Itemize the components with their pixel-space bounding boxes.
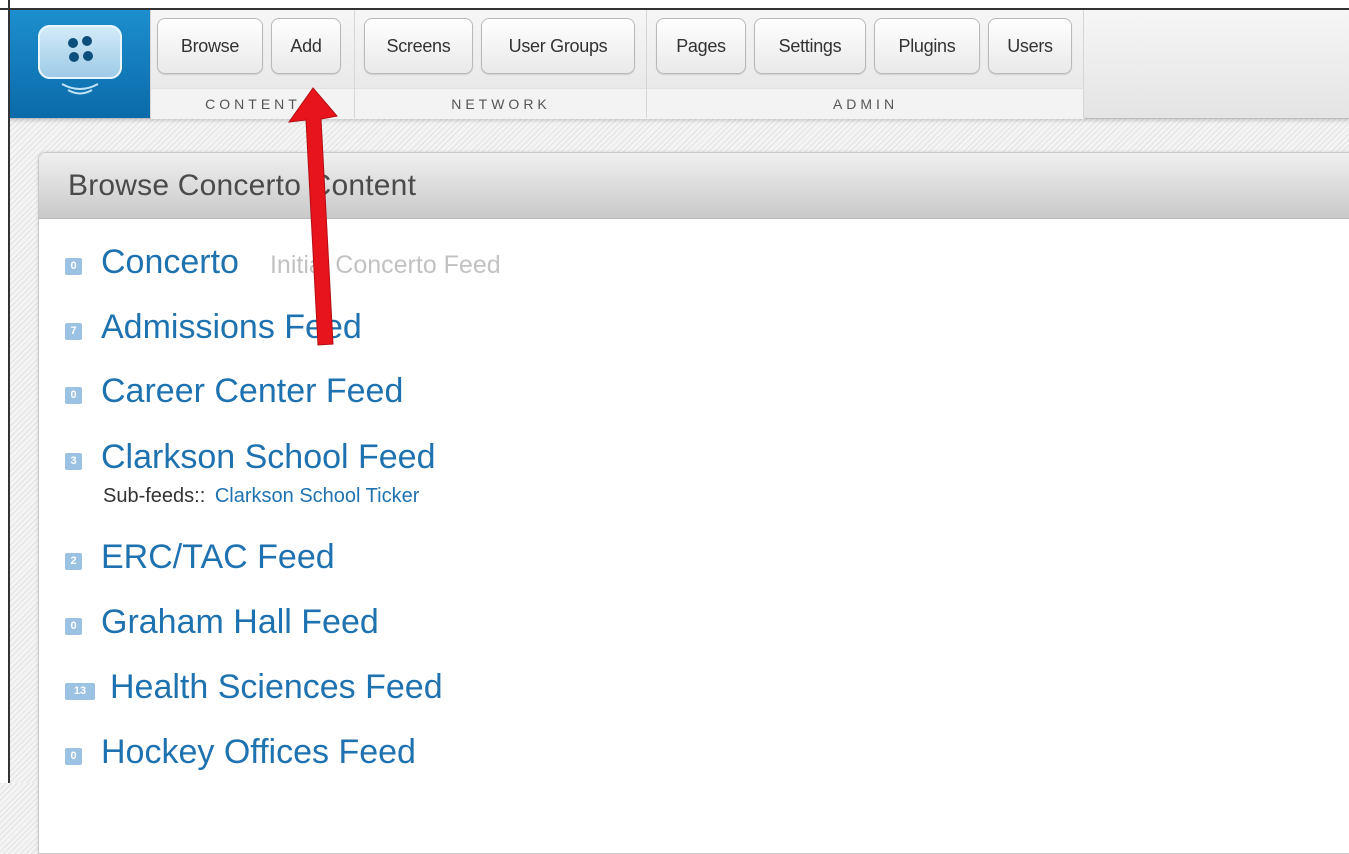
logo-screen — [38, 25, 122, 79]
window-frame-left — [0, 0, 10, 783]
content-count-badge: 0 — [65, 258, 82, 275]
feed-link-clarkson-school[interactable]: Clarkson School Feed — [101, 438, 436, 477]
group-label-admin: ADMIN — [647, 88, 1084, 119]
feed-description: Initial Concerto Feed — [269, 251, 501, 279]
panel-header: Browse Concerto Content — [39, 153, 1349, 219]
subfeed-link-clarkson-school-ticker[interactable]: Clarkson School Ticker — [215, 485, 420, 507]
content-count-badge: 0 — [65, 387, 82, 404]
content-count-badge: 2 — [65, 553, 82, 570]
browse-content-panel: Browse Concerto Content 0 Concerto Initi… — [38, 152, 1349, 854]
content-count-badge: 13 — [65, 683, 95, 700]
nav-group-content: Browse Add CONTENT — [150, 10, 355, 119]
group-label-content: CONTENT — [151, 88, 355, 119]
settings-button[interactable]: Settings — [754, 18, 866, 74]
subfeeds-label: Sub-feeds:: — [103, 485, 206, 507]
nav-empty-space — [1083, 10, 1349, 118]
feed-item: 3 Clarkson School Feed — [65, 438, 436, 477]
content-count-badge: 0 — [65, 618, 82, 635]
plugins-button[interactable]: Plugins — [874, 18, 980, 74]
feed-link-erc-tac[interactable]: ERC/TAC Feed — [101, 538, 335, 577]
content-count-badge: 0 — [65, 748, 82, 765]
nav-group-network: Screens User Groups NETWORK — [354, 10, 647, 119]
feed-item: 0 Career Center Feed — [65, 372, 403, 411]
nav-group-admin: Pages Settings Plugins Users ADMIN — [646, 10, 1084, 119]
feed-item: 0 Concerto Initial Concerto Feed — [65, 243, 501, 282]
feed-link-health-sciences[interactable]: Health Sciences Feed — [110, 668, 443, 707]
add-button[interactable]: Add — [271, 18, 341, 74]
screens-button[interactable]: Screens — [364, 18, 473, 74]
concerto-logo-icon[interactable] — [10, 10, 150, 118]
top-navigation-bar: Browse Add CONTENT Screens User Groups N… — [10, 10, 1349, 119]
feed-link-career-center[interactable]: Career Center Feed — [101, 372, 403, 411]
feed-link-graham-hall[interactable]: Graham Hall Feed — [101, 603, 379, 642]
users-button[interactable]: Users — [988, 18, 1072, 74]
browse-button[interactable]: Browse — [157, 18, 263, 74]
feed-item: 0 Hockey Offices Feed — [65, 733, 416, 772]
pages-button[interactable]: Pages — [656, 18, 746, 74]
subfeeds-line: Sub-feeds:: Clarkson School Ticker — [103, 485, 419, 508]
feed-item: 7 Admissions Feed — [65, 308, 362, 347]
signal-waves-icon — [61, 83, 99, 95]
feed-link-admissions[interactable]: Admissions Feed — [101, 308, 362, 347]
panel-title: Browse Concerto Content — [68, 168, 417, 202]
feed-item: 2 ERC/TAC Feed — [65, 538, 335, 577]
feed-item: 0 Graham Hall Feed — [65, 603, 379, 642]
feed-link-hockey-offices[interactable]: Hockey Offices Feed — [101, 733, 416, 772]
group-label-network: NETWORK — [355, 88, 647, 119]
content-count-badge: 3 — [65, 453, 82, 470]
feed-link-concerto[interactable]: Concerto — [101, 243, 239, 282]
content-count-badge: 7 — [65, 323, 82, 340]
window-frame-top-line — [0, 8, 1349, 10]
feed-item: 13 Health Sciences Feed — [65, 668, 443, 707]
user-groups-button[interactable]: User Groups — [481, 18, 635, 74]
